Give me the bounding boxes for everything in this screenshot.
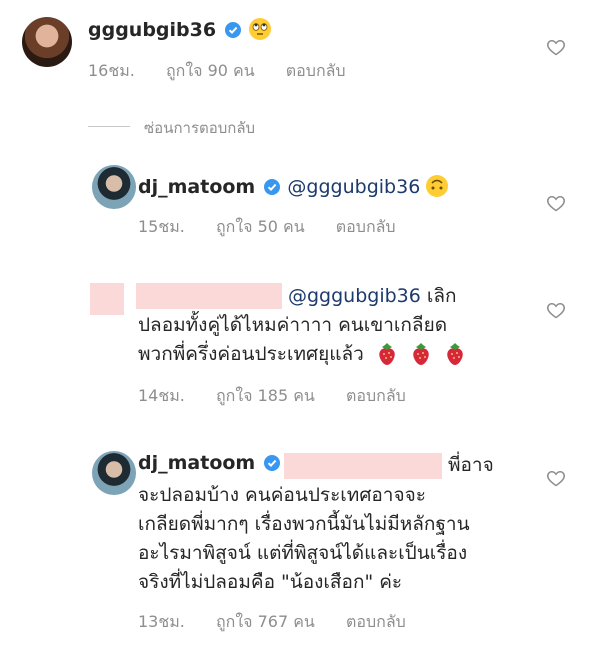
comment-time: 16ชม.: [88, 61, 135, 80]
comment-header: gggubgib36: [88, 17, 272, 41]
upside-down-face-emoji-icon: [426, 175, 449, 197]
redacted-username: [136, 283, 282, 309]
comment-text: พวกพี่ครึ่งค่อนประเทศยุแล้ว: [138, 343, 364, 365]
rolling-eyes-emoji-icon: [249, 18, 272, 40]
strawberry-icon: [413, 343, 429, 365]
comment-meta: 13ชม. ถูกใจ 767 คน ตอบกลับ: [138, 610, 432, 635]
heart-icon[interactable]: [546, 300, 566, 320]
username[interactable]: dj_matoom: [138, 452, 255, 474]
verified-badge-icon: [225, 22, 242, 38]
comment-meta: 15ชม. ถูกใจ 50 คน ตอบกลับ: [138, 215, 422, 240]
redacted-mention: [284, 453, 442, 479]
reply-link[interactable]: ตอบกลับ: [346, 386, 406, 405]
verified-badge-icon: [264, 179, 281, 195]
reply-link[interactable]: ตอบกลับ: [286, 61, 346, 80]
redacted-avatar: [90, 283, 124, 315]
username[interactable]: gggubgib36: [88, 19, 216, 41]
likes-count[interactable]: ถูกใจ 90 คน: [166, 61, 255, 80]
heart-icon[interactable]: [546, 468, 566, 488]
strawberry-icon: [447, 343, 463, 365]
comment-meta: 14ชม. ถูกใจ 185 คน ตอบกลับ: [138, 384, 432, 409]
mention-link[interactable]: @gggubgib36: [288, 285, 421, 307]
heart-icon[interactable]: [546, 193, 566, 213]
comment-header: dj_matoom @gggubgib36: [138, 173, 449, 201]
username[interactable]: dj_matoom: [138, 176, 255, 198]
avatar[interactable]: [92, 451, 136, 495]
comment-text-line: พวกพี่ครึ่งค่อนประเทศยุแล้ว: [138, 340, 466, 368]
comment-time: 14ชม.: [138, 386, 185, 405]
strawberry-icon: [379, 343, 395, 365]
reply-link[interactable]: ตอบกลับ: [346, 612, 406, 631]
comment-text-line: จริงที่ไม่ปลอมคือ "น้องเสือก" ค่ะ: [138, 571, 403, 593]
divider: [88, 126, 130, 127]
comment-text: เลิก: [426, 285, 457, 307]
likes-count[interactable]: ถูกใจ 185 คน: [216, 386, 315, 405]
comment-time: 15ชม.: [138, 217, 185, 236]
verified-badge-icon: [264, 455, 281, 471]
reply-link[interactable]: ตอบกลับ: [336, 217, 396, 236]
comment-text-line: @gggubgib36 เลิก: [288, 282, 457, 310]
comment-text-line: เกลียดพี่มากๆ เรื่องพวกนี้มันไม่มีหลักฐา…: [138, 513, 470, 535]
avatar[interactable]: [92, 165, 136, 209]
comment-time: 13ชม.: [138, 612, 185, 631]
comment-text: พี่อาจ: [448, 454, 494, 476]
comment-text-line: อะไรมาพิสูจน์ แต่ที่พิสูจน์ได้และเป็นเรื…: [138, 542, 468, 564]
likes-count[interactable]: ถูกใจ 50 คน: [216, 217, 305, 236]
comment-text-line: จะปลอมบ้าง คนค่อนประเทศอาจจะ: [138, 484, 426, 506]
avatar[interactable]: [22, 17, 72, 67]
comment-text-line: ปลอมทั้งคู่ได้ไหมค่าาาา คนเขาเกลียด: [138, 314, 448, 336]
heart-icon[interactable]: [546, 37, 566, 57]
hide-replies-link[interactable]: ซ่อนการตอบกลับ: [144, 116, 255, 140]
likes-count[interactable]: ถูกใจ 767 คน: [216, 612, 315, 631]
comment-header: dj_matoom: [138, 452, 282, 474]
comment-meta: 16ชม. ถูกใจ 90 คน ตอบกลับ: [88, 59, 372, 84]
mention-link[interactable]: @gggubgib36: [287, 176, 420, 198]
